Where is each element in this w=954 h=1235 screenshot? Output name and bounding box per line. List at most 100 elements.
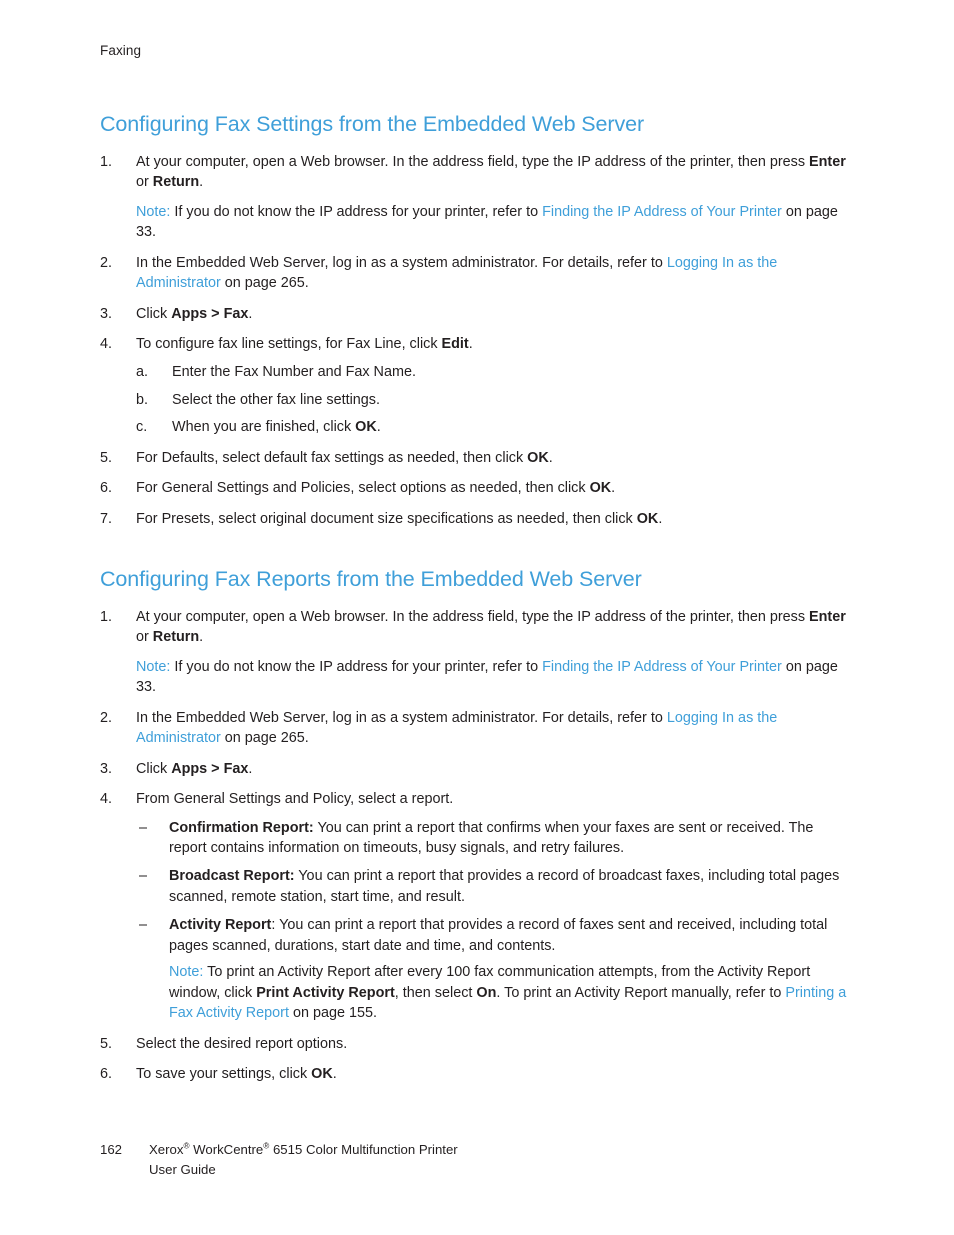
dash-marker: – (139, 917, 148, 934)
step-text-part: For General Settings and Policies, selec… (136, 480, 590, 497)
page-content: Configuring Fax Settings from the Embedd… (100, 112, 854, 1095)
step-text: At your computer, open a Web browser. In… (136, 609, 846, 645)
section-heading-fax-settings: Configuring Fax Settings from the Embedd… (100, 112, 645, 136)
substep-marker: b. (136, 391, 149, 408)
step-text-part: In the Embedded Web Server, log in as a … (136, 709, 667, 726)
step-text-part: For Presets, select original document si… (136, 510, 637, 527)
step-text-bold: Edit (441, 335, 469, 352)
dash-marker: – (139, 868, 148, 885)
note-label: Note: (169, 964, 204, 981)
step-text-part: To configure fax line settings, for Fax … (136, 335, 442, 352)
report-type-label: Broadcast Report: (169, 868, 295, 885)
note-label: Note: (136, 203, 171, 220)
step-text-part: or (136, 174, 153, 191)
step-text-bold: OK (311, 1066, 333, 1083)
footer-guide-line: User Guide (149, 1162, 216, 1178)
footer-text-part: Xerox (149, 1142, 184, 1157)
substep-item: c. When you are finished, click OK. (136, 417, 854, 437)
step-text-part: . (248, 305, 253, 322)
substeps-list: a. Enter the Fax Number and Fax Name. b.… (136, 362, 854, 437)
step-item: 1. At your computer, open a Web browser.… (100, 152, 854, 243)
step-text-part: For Defaults, select default fax setting… (136, 449, 528, 466)
step-text-part: or (136, 629, 153, 646)
step-text: For General Settings and Policies, selec… (136, 480, 615, 496)
step-text-part: At your computer, open a Web browser. In… (136, 153, 810, 170)
step-marker: 2. (100, 709, 113, 726)
note-text-part: . To print an Activity Report manually, … (496, 984, 786, 1001)
note-block: Note: To print an Activity Report after … (169, 962, 854, 1023)
section-heading-fax-reports: Configuring Fax Reports from the Embedde… (100, 567, 642, 592)
dash-marker: – (139, 819, 148, 836)
steps-list-fax-reports: 1. At your computer, open a Web browser.… (100, 607, 854, 1085)
step-text-bold: OK (589, 480, 612, 497)
step-text: To save your settings, click OK. (136, 1066, 337, 1082)
step-text: For Presets, select original document si… (136, 511, 662, 527)
step-text: Select the desired report options. (136, 1035, 348, 1052)
step-item: 4. From General Settings and Policy, sel… (100, 789, 854, 1024)
step-text-part: In the Embedded Web Server, log in as a … (136, 254, 667, 271)
cross-reference-link[interactable]: Finding the IP Address of Your Printer (542, 204, 782, 220)
substep-text-bold: OK (355, 419, 377, 436)
footer-product-info: Xerox® WorkCentre® 6515 Color Multifunct… (149, 1140, 854, 1181)
step-item: 7. For Presets, select original document… (100, 509, 854, 529)
step-text-part: . (468, 335, 473, 352)
step-text-part: . (248, 760, 253, 777)
note-block: Note: If you do not know the IP address … (136, 202, 854, 243)
step-item: 4. To configure fax line settings, for F… (100, 334, 854, 438)
step-text-bold: Return (152, 174, 200, 191)
step-marker: 1. (100, 608, 113, 625)
step-marker: 5. (100, 449, 113, 466)
step-item: 2. In the Embedded Web Server, log in as… (100, 253, 854, 294)
substep-text-part: When you are finished, click (172, 419, 356, 436)
step-marker: 6. (100, 480, 113, 497)
report-type-item: – Confirmation Report: You can print a r… (136, 818, 854, 859)
step-text: At your computer, open a Web browser. In… (136, 154, 846, 190)
step-text: Click Apps > Fax. (136, 761, 252, 777)
substep-text: When you are finished, click OK. (172, 419, 381, 435)
report-type-text: Confirmation Report: You can print a rep… (169, 820, 813, 856)
step-marker: 6. (100, 1066, 113, 1083)
footer-product-line: Xerox® WorkCentre® 6515 Color Multifunct… (149, 1140, 854, 1160)
page-footer: 162 Xerox® WorkCentre® 6515 Color Multif… (100, 1140, 854, 1181)
step-text-bold: OK (527, 449, 549, 466)
step-marker: 3. (100, 760, 113, 777)
step-text-bold: Enter (809, 608, 846, 625)
step-item: 1. At your computer, open a Web browser.… (100, 607, 854, 698)
note-text-bold: Print Activity Report (256, 984, 395, 1001)
step-text-part: At your computer, open a Web browser. In… (136, 608, 810, 625)
step-item: 5. For Defaults, select default fax sett… (100, 448, 854, 468)
step-text-part: on page 265. (220, 730, 309, 747)
step-marker: 4. (100, 791, 113, 808)
step-item: 6. To save your settings, click OK. (100, 1064, 854, 1084)
step-marker: 7. (100, 510, 113, 527)
note-text-bold: On (476, 984, 497, 1001)
step-text-part: . (332, 1066, 337, 1083)
document-page: Faxing Configuring Fax Settings from the… (0, 0, 954, 1235)
substep-marker: c. (136, 419, 148, 436)
step-item: 6. For General Settings and Policies, se… (100, 478, 854, 498)
step-marker: 3. (100, 305, 113, 322)
step-text-bold: Apps > Fax (171, 760, 249, 777)
step-text-part: . (548, 449, 553, 466)
step-text: In the Embedded Web Server, log in as a … (136, 255, 777, 291)
note-text-part: on page 155. (288, 1005, 377, 1022)
step-item: 5. Select the desired report options. (100, 1034, 854, 1054)
step-text: From General Settings and Policy, select… (136, 791, 454, 808)
step-text-part: . (199, 629, 204, 646)
report-type-label: Confirmation Report: (169, 819, 314, 836)
step-text-part: Click (136, 760, 172, 777)
step-text-part: . (658, 510, 663, 527)
report-type-list: – Confirmation Report: You can print a r… (136, 818, 854, 1024)
step-marker: 4. (100, 335, 113, 352)
footer-text-part: WorkCentre (189, 1142, 264, 1157)
step-text: In the Embedded Web Server, log in as a … (136, 710, 777, 746)
substep-text: Select the other fax line settings. (172, 391, 380, 408)
cross-reference-link[interactable]: Finding the IP Address of Your Printer (542, 659, 782, 675)
step-text-part: Click (136, 305, 172, 322)
step-item: 3. Click Apps > Fax. (100, 759, 854, 779)
substep-marker: a. (136, 364, 149, 381)
step-text: Click Apps > Fax. (136, 306, 252, 322)
report-type-item: – Activity Report: You can print a repor… (136, 915, 854, 1023)
step-item: 3. Click Apps > Fax. (100, 304, 854, 324)
report-type-text: Broadcast Report: You can print a report… (169, 868, 839, 904)
